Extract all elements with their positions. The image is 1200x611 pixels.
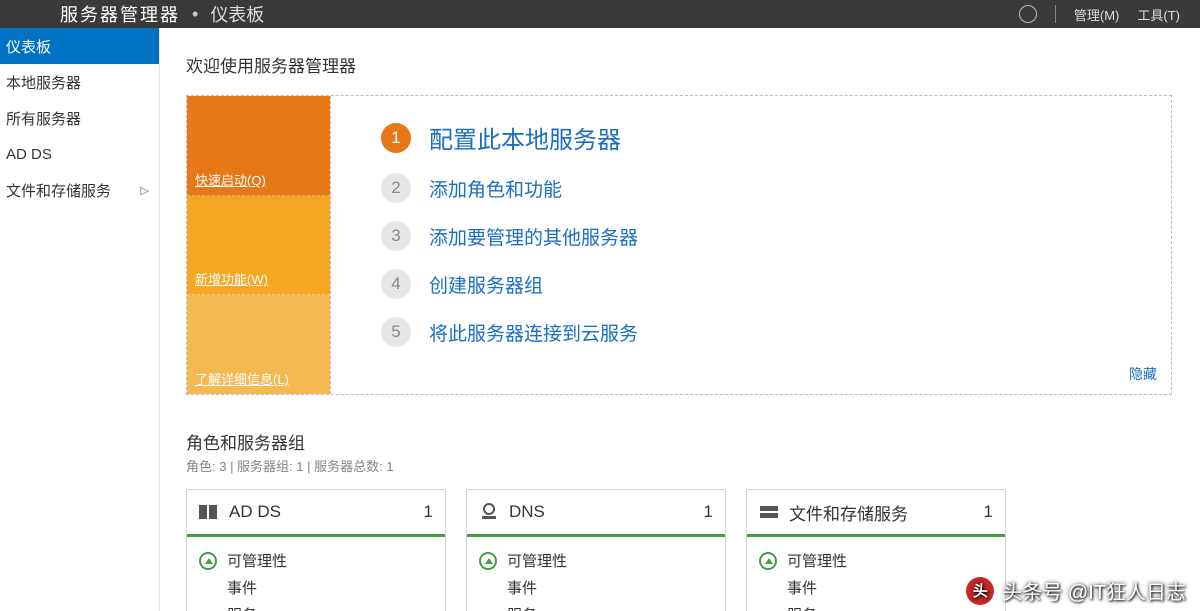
sidebar-item-file-storage[interactable]: 文件和存储服务 ▷ — [0, 172, 159, 208]
welcome-tiles: 快速启动(Q) 新增功能(W) 了解详细信息(L) — [187, 96, 331, 394]
card-row-label: 事件 — [227, 577, 257, 598]
card-row-label: 服务 — [227, 604, 257, 611]
roles-groups-section: 角色和服务器组 角色: 3 | 服务器组: 1 | 服务器总数: 1 AD DS… — [186, 429, 1172, 611]
manage-menu[interactable]: 管理(M) — [1074, 5, 1120, 24]
blank-icon — [479, 606, 497, 611]
adds-icon — [199, 503, 219, 521]
card-row-label: 事件 — [507, 577, 537, 598]
tile-label: 了解详细信息(L) — [195, 369, 289, 388]
status-up-icon — [479, 552, 497, 570]
step-label: 添加要管理的其他服务器 — [429, 223, 638, 250]
blank-icon — [199, 606, 217, 611]
card-row-manageability[interactable]: 可管理性 — [467, 547, 725, 574]
main-content: 欢迎使用服务器管理器 快速启动(Q) 新增功能(W) 了解详细信息(L) 1 配… — [160, 28, 1200, 611]
sidebar-item-label: 文件和存储服务 — [6, 180, 111, 201]
title-bar: 服务器管理器 • 仪表板 管理(M) 工具(T) — [0, 0, 1200, 28]
card-row-label: 事件 — [787, 577, 817, 598]
sidebar-item-label: 本地服务器 — [6, 72, 81, 93]
chevron-right-icon: ▷ — [141, 184, 149, 197]
card-row-services[interactable]: 服务 — [467, 601, 725, 611]
blank-icon — [759, 579, 777, 597]
status-up-icon — [199, 552, 217, 570]
blank-icon — [479, 579, 497, 597]
sidebar-item-dashboard[interactable]: 仪表板 — [0, 28, 159, 64]
card-row-label: 服务 — [507, 604, 537, 611]
card-row-events[interactable]: 事件 — [187, 574, 445, 601]
card-row-events[interactable]: 事件 — [747, 574, 1005, 601]
welcome-steps: 1 配置此本地服务器 2 添加角色和功能 3 添加要管理的其他服务器 4 创建服… — [331, 96, 1171, 394]
refresh-icon[interactable] — [1019, 5, 1037, 23]
card-dns[interactable]: DNS 1 可管理性 事件 服务 — [466, 489, 726, 611]
step-number: 5 — [381, 317, 411, 347]
card-file-storage[interactable]: 文件和存储服务 1 可管理性 事件 服务 — [746, 489, 1006, 611]
sidebar: 仪表板 本地服务器 所有服务器 AD DS 文件和存储服务 ▷ — [0, 28, 160, 611]
card-row-label: 可管理性 — [227, 550, 287, 571]
hide-link[interactable]: 隐藏 — [1129, 364, 1157, 384]
card-header: DNS 1 — [467, 490, 725, 534]
card-adds[interactable]: AD DS 1 可管理性 事件 服务 — [186, 489, 446, 611]
tile-label: 快速启动(Q) — [195, 170, 266, 189]
blank-icon — [759, 606, 777, 611]
divider — [1055, 5, 1056, 23]
step-label: 将此服务器连接到云服务 — [429, 319, 638, 346]
card-row-events[interactable]: 事件 — [467, 574, 725, 601]
card-status-bar — [187, 534, 445, 537]
tile-learn-more[interactable]: 了解详细信息(L) — [187, 295, 330, 394]
groups-title: 角色和服务器组 — [186, 429, 1172, 454]
card-name: DNS — [509, 502, 694, 522]
status-up-icon — [759, 552, 777, 570]
storage-icon — [759, 503, 779, 521]
step-connect-cloud[interactable]: 5 将此服务器连接到云服务 — [381, 317, 1151, 347]
step-number: 3 — [381, 221, 411, 251]
title-separator: • — [192, 4, 198, 25]
card-row-label: 可管理性 — [787, 550, 847, 571]
step-label: 创建服务器组 — [429, 271, 543, 298]
app-subtitle: 仪表板 — [210, 1, 264, 27]
step-label: 添加角色和功能 — [429, 175, 562, 202]
dns-icon — [479, 503, 499, 521]
step-number: 2 — [381, 173, 411, 203]
step-number: 4 — [381, 269, 411, 299]
tile-label: 新增功能(W) — [195, 269, 268, 288]
card-status-bar — [467, 534, 725, 537]
sidebar-item-label: 所有服务器 — [6, 108, 81, 129]
sidebar-item-label: AD DS — [6, 146, 52, 163]
card-row-label: 服务 — [787, 604, 817, 611]
step-add-servers[interactable]: 3 添加要管理的其他服务器 — [381, 221, 1151, 251]
welcome-heading: 欢迎使用服务器管理器 — [186, 52, 1180, 77]
card-count: 1 — [704, 502, 713, 522]
card-count: 1 — [424, 502, 433, 522]
step-add-roles[interactable]: 2 添加角色和功能 — [381, 173, 1151, 203]
title-bar-right: 管理(M) 工具(T) — [1019, 5, 1180, 24]
card-row-manageability[interactable]: 可管理性 — [187, 547, 445, 574]
group-cards: AD DS 1 可管理性 事件 服务 — [186, 489, 1172, 611]
card-name: 文件和存储服务 — [789, 500, 974, 525]
card-header: AD DS 1 — [187, 490, 445, 534]
step-label: 配置此本地服务器 — [429, 120, 621, 155]
step-number: 1 — [381, 123, 411, 153]
tools-menu[interactable]: 工具(T) — [1137, 5, 1180, 24]
card-row-services[interactable]: 服务 — [187, 601, 445, 611]
sidebar-item-label: 仪表板 — [6, 36, 51, 57]
card-status-bar — [747, 534, 1005, 537]
app-title: 服务器管理器 — [60, 1, 180, 27]
step-configure-local[interactable]: 1 配置此本地服务器 — [381, 120, 1151, 155]
sidebar-item-adds[interactable]: AD DS — [0, 136, 159, 172]
card-header: 文件和存储服务 1 — [747, 490, 1005, 534]
welcome-panel: 快速启动(Q) 新增功能(W) 了解详细信息(L) 1 配置此本地服务器 2 添… — [186, 95, 1172, 395]
card-row-manageability[interactable]: 可管理性 — [747, 547, 1005, 574]
blank-icon — [199, 579, 217, 597]
card-row-label: 可管理性 — [507, 550, 567, 571]
sidebar-item-local-server[interactable]: 本地服务器 — [0, 64, 159, 100]
tile-quick-start[interactable]: 快速启动(Q) — [187, 96, 330, 196]
card-name: AD DS — [229, 502, 414, 522]
step-create-group[interactable]: 4 创建服务器组 — [381, 269, 1151, 299]
card-count: 1 — [984, 502, 993, 522]
groups-subtitle: 角色: 3 | 服务器组: 1 | 服务器总数: 1 — [186, 456, 1172, 475]
card-row-services[interactable]: 服务 — [747, 601, 1005, 611]
tile-whats-new[interactable]: 新增功能(W) — [187, 196, 330, 296]
sidebar-item-all-servers[interactable]: 所有服务器 — [0, 100, 159, 136]
